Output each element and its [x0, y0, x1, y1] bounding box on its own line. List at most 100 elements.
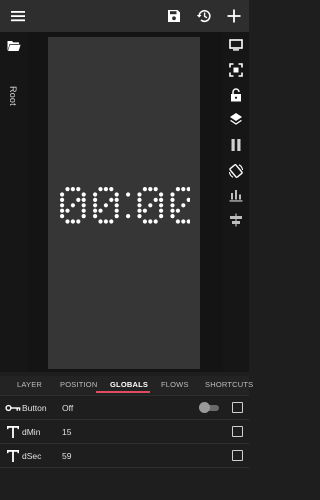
active-tab-indicator	[96, 391, 150, 393]
align-bottom-button[interactable]	[227, 186, 245, 204]
toggle-knob	[199, 402, 210, 413]
layers-button[interactable]	[227, 110, 245, 128]
clock-dot	[60, 197, 65, 202]
clock-dot	[109, 197, 114, 202]
align-horizontal-center-icon	[230, 213, 242, 227]
clock-dot	[60, 208, 65, 213]
fit-screen-button[interactable]	[227, 61, 245, 79]
clock-dot	[142, 219, 147, 224]
screen-rotation-icon	[228, 164, 244, 178]
preview-screen-button[interactable]	[227, 36, 245, 54]
clock-dot	[126, 214, 131, 219]
tree-root-label[interactable]: Root	[8, 86, 18, 106]
clock-dot	[81, 208, 86, 213]
lock-button[interactable]	[227, 86, 245, 104]
monitor-icon	[229, 39, 243, 51]
clock-dot	[65, 219, 70, 224]
clock-dot	[70, 187, 75, 192]
clock-dot	[98, 187, 103, 192]
tab-layer[interactable]: LAYER	[17, 380, 42, 389]
toggle-key-icon	[5, 400, 21, 416]
clock-dot	[170, 214, 175, 219]
global-row-dmin[interactable]: dMin 15	[0, 420, 249, 444]
pause-button[interactable]	[227, 136, 245, 154]
clock-dot	[159, 203, 164, 208]
clock-dot	[137, 192, 142, 197]
clock-dot	[175, 219, 180, 224]
global-name: dMin	[22, 427, 41, 437]
clock-dot	[114, 208, 119, 213]
clock-dot	[70, 219, 75, 224]
history-button[interactable]	[192, 4, 216, 28]
clock-text: 00:00	[48, 37, 49, 38]
history-clock-icon	[196, 9, 211, 23]
clock-dot	[81, 214, 86, 219]
folder-open-icon	[7, 41, 21, 51]
fit-to-screen-icon	[229, 63, 243, 77]
global-select-checkbox[interactable]	[232, 402, 243, 413]
tab-position[interactable]: POSITION	[60, 380, 97, 389]
menu-button[interactable]	[6, 4, 30, 28]
clock-dot	[114, 214, 119, 219]
align-center-button[interactable]	[227, 211, 245, 229]
clock-dot	[170, 197, 175, 202]
tree-root-folder[interactable]	[7, 39, 21, 51]
clock-dot	[148, 219, 153, 224]
clock-dot	[81, 192, 86, 197]
clock-dot	[70, 203, 75, 208]
clock-dot	[181, 187, 186, 192]
clock-dot	[159, 208, 164, 213]
clock-dot	[175, 208, 180, 213]
global-row-dsec[interactable]: dSec 59	[0, 444, 249, 468]
device-screen-preview[interactable]: 00:00	[48, 37, 200, 369]
clock-dot	[170, 208, 175, 213]
clock-dot	[170, 192, 175, 197]
rotate-button[interactable]	[227, 162, 245, 180]
clock-dot	[142, 187, 147, 192]
clock-dot	[114, 197, 119, 202]
clock-dot	[181, 219, 186, 224]
clock-dot	[93, 203, 98, 208]
clock-dot	[103, 187, 108, 192]
save-floppy-icon	[168, 10, 180, 22]
global-name: dSec	[22, 451, 42, 461]
bottom-empty-area	[0, 472, 249, 500]
clock-dot	[137, 203, 142, 208]
property-tabs: LAYER POSITION GLOBALS FLOWS SHORTCUTS	[0, 376, 253, 396]
clock-dot	[142, 208, 147, 213]
clock-dot	[137, 208, 142, 213]
clock-dot	[76, 187, 81, 192]
clock-dot	[159, 192, 164, 197]
text-t-icon	[5, 448, 21, 464]
add-button[interactable]	[222, 4, 246, 28]
clock-dot	[103, 203, 108, 208]
global-row-button[interactable]: Button Off	[0, 396, 249, 420]
canvas-area: 00:00	[28, 32, 223, 372]
clock-dot	[81, 203, 86, 208]
global-value: 15	[62, 427, 72, 437]
clock-dot	[153, 187, 158, 192]
clock-dot	[60, 192, 65, 197]
clock-dot	[65, 208, 70, 213]
clock-dot	[60, 203, 65, 208]
clock-dot	[76, 219, 81, 224]
save-button[interactable]	[162, 4, 186, 28]
clock-dot	[114, 192, 119, 197]
layer-tree-panel: Root	[0, 32, 28, 372]
clock-dot	[170, 203, 175, 208]
clock-dot	[175, 187, 180, 192]
clock-dot	[148, 187, 153, 192]
clock-dot	[76, 197, 81, 202]
tab-globals[interactable]: GLOBALS	[110, 380, 148, 389]
global-toggle-switch[interactable]	[199, 402, 219, 413]
clock-dot	[93, 214, 98, 219]
tab-flows[interactable]: FLOWS	[161, 380, 189, 389]
tool-rail	[223, 32, 249, 372]
clock-dot	[60, 214, 65, 219]
clock-dot	[186, 219, 190, 224]
clock-dot	[93, 208, 98, 213]
clock-dot	[159, 197, 164, 202]
global-select-checkbox[interactable]	[232, 450, 243, 461]
tab-shortcuts[interactable]: SHORTCUTS	[205, 380, 253, 389]
global-select-checkbox[interactable]	[232, 426, 243, 437]
